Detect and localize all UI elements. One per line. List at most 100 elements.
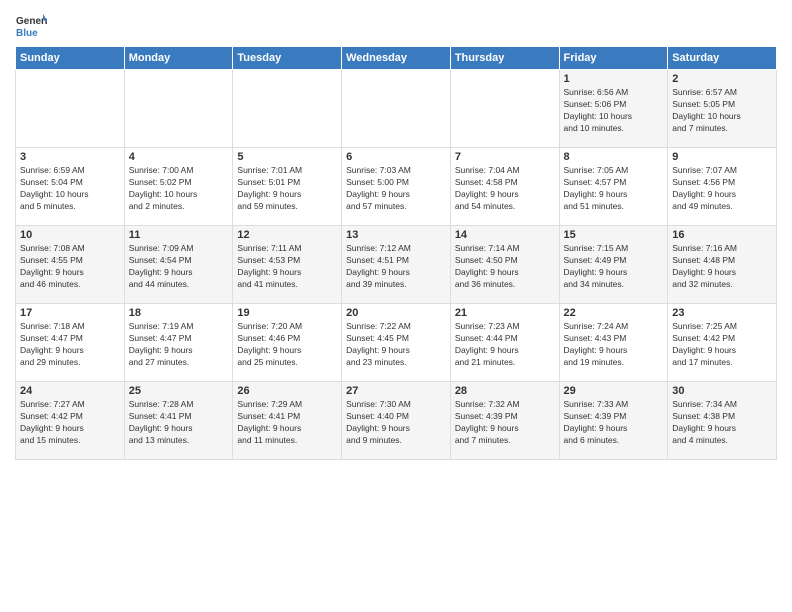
calendar-cell: 27 Sunrise: 7:30 AM Sunset: 4:40 PM Dayli… — [342, 382, 451, 460]
day-info: Sunrise: 7:25 AM Sunset: 4:42 PM Dayligh… — [672, 321, 772, 369]
day-info: Sunrise: 7:30 AM Sunset: 4:40 PM Dayligh… — [346, 399, 446, 447]
calendar-cell: 14 Sunrise: 7:14 AM Sunset: 4:50 PM Dayli… — [450, 226, 559, 304]
header-wednesday: Wednesday — [342, 47, 451, 70]
calendar-cell: 5 Sunrise: 7:01 AM Sunset: 5:01 PM Daylig… — [233, 148, 342, 226]
calendar-cell: 17 Sunrise: 7:18 AM Sunset: 4:47 PM Dayli… — [16, 304, 125, 382]
day-info: Sunrise: 6:57 AM Sunset: 5:05 PM Dayligh… — [672, 87, 772, 135]
calendar-cell: 24 Sunrise: 7:27 AM Sunset: 4:42 PM Dayli… — [16, 382, 125, 460]
day-info: Sunrise: 7:32 AM Sunset: 4:39 PM Dayligh… — [455, 399, 555, 447]
day-info: Sunrise: 7:15 AM Sunset: 4:49 PM Dayligh… — [564, 243, 664, 291]
day-number: 14 — [455, 229, 555, 241]
day-number: 1 — [564, 73, 664, 85]
calendar-cell — [124, 70, 233, 148]
day-number: 8 — [564, 151, 664, 163]
calendar-cell: 11 Sunrise: 7:09 AM Sunset: 4:54 PM Dayli… — [124, 226, 233, 304]
day-info: Sunrise: 7:22 AM Sunset: 4:45 PM Dayligh… — [346, 321, 446, 369]
day-number: 11 — [129, 229, 229, 241]
day-info: Sunrise: 7:34 AM Sunset: 4:38 PM Dayligh… — [672, 399, 772, 447]
day-info: Sunrise: 7:19 AM Sunset: 4:47 PM Dayligh… — [129, 321, 229, 369]
calendar-cell: 26 Sunrise: 7:29 AM Sunset: 4:41 PM Dayli… — [233, 382, 342, 460]
day-number: 20 — [346, 307, 446, 319]
day-number: 18 — [129, 307, 229, 319]
day-number: 22 — [564, 307, 664, 319]
day-info: Sunrise: 7:29 AM Sunset: 4:41 PM Dayligh… — [237, 399, 337, 447]
calendar-cell — [233, 70, 342, 148]
calendar-cell: 8Sunrise: 7:05 AM Sunset: 4:57 PM Daylig… — [559, 148, 668, 226]
day-info: Sunrise: 7:33 AM Sunset: 4:39 PM Dayligh… — [564, 399, 664, 447]
day-info: Sunrise: 7:23 AM Sunset: 4:44 PM Dayligh… — [455, 321, 555, 369]
svg-text:Blue: Blue — [16, 28, 38, 39]
header-thursday: Thursday — [450, 47, 559, 70]
day-number: 30 — [672, 385, 772, 397]
calendar-cell: 19 Sunrise: 7:20 AM Sunset: 4:46 PM Dayli… — [233, 304, 342, 382]
day-info: Sunrise: 7:07 AM Sunset: 4:56 PM Dayligh… — [672, 165, 772, 213]
day-info: Sunrise: 7:28 AM Sunset: 4:41 PM Dayligh… — [129, 399, 229, 447]
day-info: Sunrise: 7:14 AM Sunset: 4:50 PM Dayligh… — [455, 243, 555, 291]
calendar-cell: 28 Sunrise: 7:32 AM Sunset: 4:39 PM Dayli… — [450, 382, 559, 460]
header: General Blue — [15, 10, 777, 42]
day-info: Sunrise: 6:56 AM Sunset: 5:06 PM Dayligh… — [564, 87, 664, 135]
calendar-cell: 25 Sunrise: 7:28 AM Sunset: 4:41 PM Dayli… — [124, 382, 233, 460]
day-info: Sunrise: 7:04 AM Sunset: 4:58 PM Dayligh… — [455, 165, 555, 213]
calendar-cell: 29 Sunrise: 7:33 AM Sunset: 4:39 PM Dayli… — [559, 382, 668, 460]
day-info: Sunrise: 7:09 AM Sunset: 4:54 PM Dayligh… — [129, 243, 229, 291]
day-info: Sunrise: 7:20 AM Sunset: 4:46 PM Dayligh… — [237, 321, 337, 369]
day-number: 19 — [237, 307, 337, 319]
day-number: 5 — [237, 151, 337, 163]
header-friday: Friday — [559, 47, 668, 70]
day-info: Sunrise: 7:11 AM Sunset: 4:53 PM Dayligh… — [237, 243, 337, 291]
header-monday: Monday — [124, 47, 233, 70]
day-number: 24 — [20, 385, 120, 397]
calendar-cell: 23 Sunrise: 7:25 AM Sunset: 4:42 PM Dayli… — [668, 304, 777, 382]
week-row-1: 3 Sunrise: 6:59 AM Sunset: 5:04 PM Daylig… — [16, 148, 777, 226]
day-number: 27 — [346, 385, 446, 397]
day-number: 23 — [672, 307, 772, 319]
day-number: 7 — [455, 151, 555, 163]
day-info: Sunrise: 7:18 AM Sunset: 4:47 PM Dayligh… — [20, 321, 120, 369]
day-number: 21 — [455, 307, 555, 319]
calendar-cell: 15Sunrise: 7:15 AM Sunset: 4:49 PM Dayli… — [559, 226, 668, 304]
header-row: SundayMondayTuesdayWednesdayThursdayFrid… — [16, 47, 777, 70]
day-number: 17 — [20, 307, 120, 319]
calendar-cell: 6Sunrise: 7:03 AM Sunset: 5:00 PM Daylig… — [342, 148, 451, 226]
day-number: 25 — [129, 385, 229, 397]
day-number: 26 — [237, 385, 337, 397]
day-info: Sunrise: 7:00 AM Sunset: 5:02 PM Dayligh… — [129, 165, 229, 213]
calendar-cell: 4Sunrise: 7:00 AM Sunset: 5:02 PM Daylig… — [124, 148, 233, 226]
logo-svg: General Blue — [15, 10, 47, 42]
calendar-cell: 21 Sunrise: 7:23 AM Sunset: 4:44 PM Dayli… — [450, 304, 559, 382]
week-row-3: 17 Sunrise: 7:18 AM Sunset: 4:47 PM Dayli… — [16, 304, 777, 382]
day-info: Sunrise: 7:16 AM Sunset: 4:48 PM Dayligh… — [672, 243, 772, 291]
day-info: Sunrise: 7:08 AM Sunset: 4:55 PM Dayligh… — [20, 243, 120, 291]
page-container: General Blue SundayMondayTuesdayWednesda… — [0, 0, 792, 465]
logo: General Blue — [15, 10, 47, 42]
day-number: 12 — [237, 229, 337, 241]
header-tuesday: Tuesday — [233, 47, 342, 70]
calendar-cell: 12 Sunrise: 7:11 AM Sunset: 4:53 PM Dayli… — [233, 226, 342, 304]
calendar-cell: 22Sunrise: 7:24 AM Sunset: 4:43 PM Dayli… — [559, 304, 668, 382]
week-row-2: 10 Sunrise: 7:08 AM Sunset: 4:55 PM Dayli… — [16, 226, 777, 304]
calendar-cell — [16, 70, 125, 148]
day-info: Sunrise: 7:12 AM Sunset: 4:51 PM Dayligh… — [346, 243, 446, 291]
calendar-cell: 10 Sunrise: 7:08 AM Sunset: 4:55 PM Dayli… — [16, 226, 125, 304]
calendar-cell: 1 Sunrise: 6:56 AM Sunset: 5:06 PM Daylig… — [559, 70, 668, 148]
header-saturday: Saturday — [668, 47, 777, 70]
day-number: 9 — [672, 151, 772, 163]
day-info: Sunrise: 6:59 AM Sunset: 5:04 PM Dayligh… — [20, 165, 120, 213]
calendar-cell: 2Sunrise: 6:57 AM Sunset: 5:05 PM Daylig… — [668, 70, 777, 148]
header-sunday: Sunday — [16, 47, 125, 70]
calendar-cell — [342, 70, 451, 148]
calendar-cell: 16Sunrise: 7:16 AM Sunset: 4:48 PM Dayli… — [668, 226, 777, 304]
calendar-cell: 3 Sunrise: 6:59 AM Sunset: 5:04 PM Daylig… — [16, 148, 125, 226]
svg-text:General: General — [16, 16, 47, 27]
day-number: 28 — [455, 385, 555, 397]
day-number: 3 — [20, 151, 120, 163]
week-row-4: 24 Sunrise: 7:27 AM Sunset: 4:42 PM Dayli… — [16, 382, 777, 460]
day-number: 29 — [564, 385, 664, 397]
day-info: Sunrise: 7:03 AM Sunset: 5:00 PM Dayligh… — [346, 165, 446, 213]
calendar-cell: 9 Sunrise: 7:07 AM Sunset: 4:56 PM Daylig… — [668, 148, 777, 226]
day-info: Sunrise: 7:01 AM Sunset: 5:01 PM Dayligh… — [237, 165, 337, 213]
day-number: 10 — [20, 229, 120, 241]
day-info: Sunrise: 7:27 AM Sunset: 4:42 PM Dayligh… — [20, 399, 120, 447]
day-number: 13 — [346, 229, 446, 241]
